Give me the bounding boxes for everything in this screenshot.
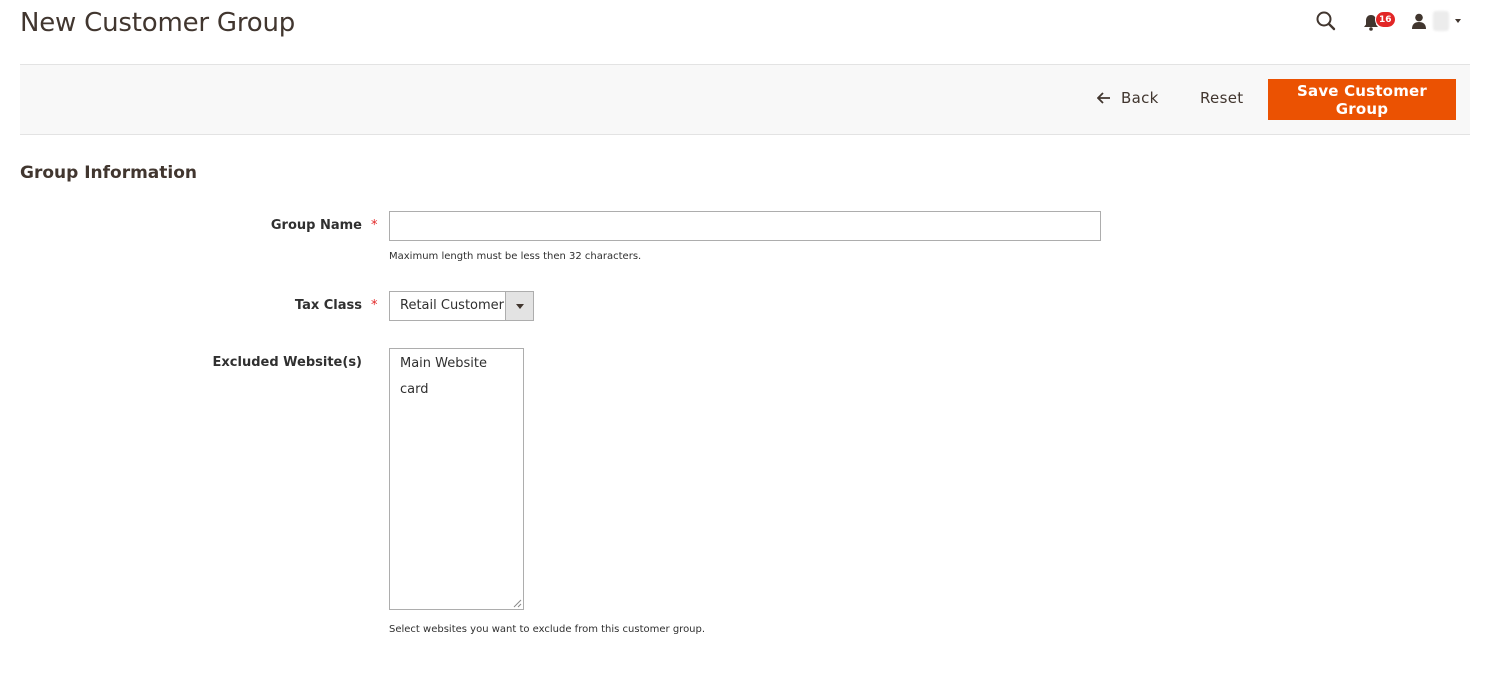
excluded-websites-multiselect[interactable]: Main Website card <box>389 348 524 610</box>
search-button[interactable] <box>1315 10 1337 32</box>
notifications-count-badge: 16 <box>1375 11 1396 28</box>
account-menu-button[interactable] <box>1411 11 1461 31</box>
group-name-note: Maximum length must be less then 32 char… <box>389 251 642 262</box>
tax-class-label: Tax Class <box>294 298 362 313</box>
tax-class-selected-value: Retail Customer <box>400 298 505 313</box>
header-actions: 16 <box>1315 8 1461 34</box>
chevron-down-icon <box>1455 19 1461 23</box>
tax-class-required-marker: * <box>371 298 378 313</box>
page-title: New Customer Group <box>20 8 296 38</box>
arrow-left-icon <box>1097 92 1110 104</box>
website-option-card[interactable]: card <box>390 377 523 403</box>
tax-class-select[interactable]: Retail Customer <box>389 291 534 321</box>
resize-handle-icon[interactable] <box>513 599 522 608</box>
excluded-websites-note: Select websites you want to exclude from… <box>389 624 706 635</box>
group-name-input[interactable] <box>389 211 1101 241</box>
user-name <box>1433 11 1449 31</box>
section-title-group-information: Group Information <box>20 163 198 183</box>
reset-button[interactable]: Reset <box>1200 89 1243 107</box>
excluded-websites-label: Excluded Website(s) <box>212 355 362 370</box>
search-icon <box>1316 11 1336 31</box>
chevron-down-icon <box>516 304 524 309</box>
notifications-button[interactable]: 16 <box>1363 9 1396 33</box>
back-button[interactable]: Back <box>1097 89 1159 107</box>
page-actions-toolbar: Back Reset Save Customer Group <box>20 64 1470 135</box>
save-customer-group-button[interactable]: Save Customer Group <box>1268 79 1456 120</box>
website-option-main-website[interactable]: Main Website <box>390 351 523 377</box>
back-button-label: Back <box>1121 89 1159 107</box>
tax-class-dropdown-toggle[interactable] <box>505 292 533 320</box>
group-name-required-marker: * <box>371 218 378 233</box>
user-icon <box>1412 13 1426 29</box>
group-name-label: Group Name <box>270 218 362 233</box>
